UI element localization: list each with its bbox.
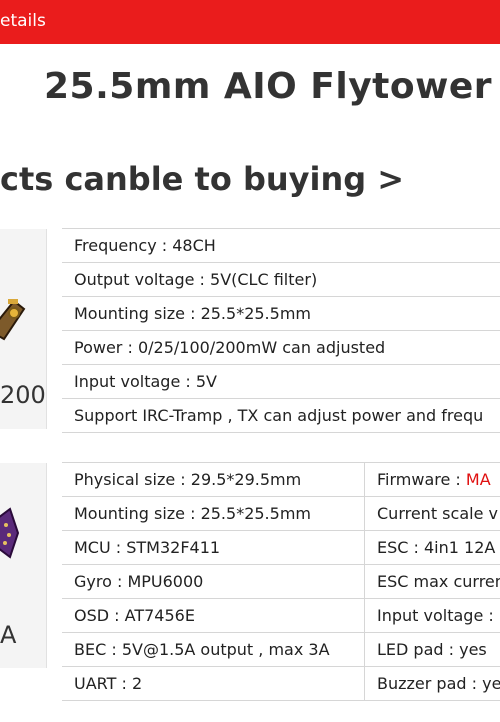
spec-cell: Input voltage : 5V (62, 364, 500, 399)
fc-product-label: A (0, 621, 17, 649)
spec-cell: Output voltage : 5V(CLC filter) (62, 262, 500, 297)
table-row: Gyro : MPU6000 ESC max curren (62, 564, 500, 599)
table-row: Output voltage : 5V(CLC filter) (62, 262, 500, 297)
fc-spec-table: Physical size : 29.5*29.5mm Firmware : M… (62, 462, 500, 701)
table-row: Mounting size : 25.5*25.5mm (62, 296, 500, 331)
product-title: 25.5mm AIO Flytower (44, 66, 493, 107)
details-tab-label: etails (0, 11, 46, 31)
spec-cell-right: Buzzer pad : ye (364, 666, 500, 701)
table-row: MCU : STM32F411 ESC : 4in1 12A (62, 530, 500, 565)
spec-cell-right: LED pad : yes (364, 632, 500, 667)
spec-cell: Frequency : 48CH (62, 228, 500, 263)
table-row: Power : 0/25/100/200mW can adjusted (62, 330, 500, 365)
spec-cell-right: Firmware : MA (364, 462, 500, 497)
spec-cell: Power : 0/25/100/200mW can adjusted (62, 330, 500, 365)
table-row: Mounting size : 25.5*25.5mm Current scal… (62, 496, 500, 531)
spec-cell: UART : 2 (62, 666, 365, 701)
buy-link[interactable]: cts canble to buying > (0, 160, 404, 198)
spec-cell-right: ESC max curren (364, 564, 500, 599)
table-row: Frequency : 48CH (62, 228, 500, 263)
firmware-value: MA (465, 470, 491, 489)
spec-cell: Gyro : MPU6000 (62, 564, 365, 599)
table-row: UART : 2 Buzzer pad : ye (62, 666, 500, 701)
spec-cell-right: ESC : 4in1 12A (364, 530, 500, 565)
spec-cell: Mounting size : 25.5*25.5mm (62, 496, 365, 531)
spec-cell-right: Input voltage : (364, 598, 500, 633)
fc-image-panel: A (0, 463, 47, 668)
spec-cell-right: Current scale v (364, 496, 500, 531)
spec-cell: Support IRC-Tramp , TX can adjust power … (62, 398, 500, 433)
table-row: OSD : AT7456E Input voltage : (62, 598, 500, 633)
table-row: BEC : 5V@1.5A output , max 3A LED pad : … (62, 632, 500, 667)
spec-cell: MCU : STM32F411 (62, 530, 365, 565)
table-row: Support IRC-Tramp , TX can adjust power … (62, 398, 500, 433)
table-row: Physical size : 29.5*29.5mm Firmware : M… (62, 462, 500, 497)
table-row: Input voltage : 5V (62, 364, 500, 399)
spec-cell: BEC : 5V@1.5A output , max 3A (62, 632, 365, 667)
details-tab-bar[interactable]: etails (0, 0, 500, 44)
spec-cell: Mounting size : 25.5*25.5mm (62, 296, 500, 331)
spec-cell: OSD : AT7456E (62, 598, 365, 633)
vtx-spec-table: Frequency : 48CH Output voltage : 5V(CLC… (62, 228, 500, 433)
fc-board-icon (0, 507, 20, 559)
spec-cell: Physical size : 29.5*29.5mm (62, 462, 365, 497)
vtx-image-panel: 200 (0, 229, 47, 429)
vtx-board-icon (0, 299, 26, 341)
vtx-product-label: 200 (0, 381, 46, 409)
